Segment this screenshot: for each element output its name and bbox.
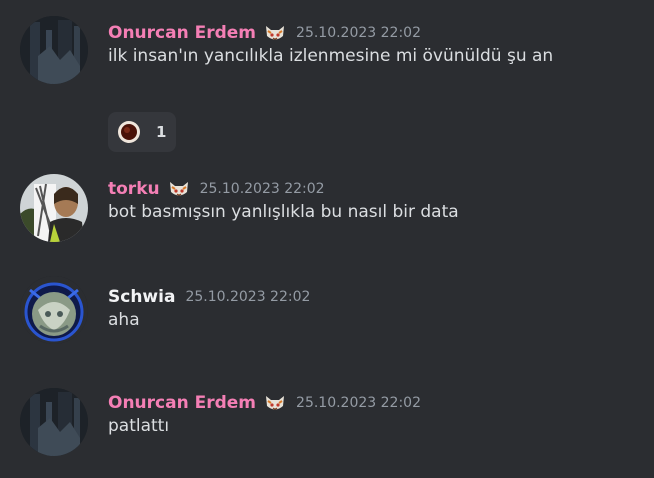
author-name[interactable]: Schwia [108,287,175,307]
avatar-image [20,16,88,84]
message-text: aha [108,310,140,330]
reaction-button[interactable]: 1 [108,112,176,152]
cookie-icon [118,121,140,143]
timestamp: 25.10.2023 22:02 [185,289,311,305]
avatar-image [20,388,88,456]
cat-badge-icon[interactable] [264,392,286,414]
avatar-image [20,276,88,344]
message-text: bot basmışsın yanlışlıkla bu nasıl bir d… [108,202,459,222]
cat-badge-icon[interactable] [264,22,286,44]
author-name[interactable]: Onurcan Erdem [108,393,256,413]
avatar[interactable] [20,174,88,242]
avatar[interactable] [20,388,88,456]
author-name[interactable]: Onurcan Erdem [108,23,256,43]
avatar[interactable] [20,16,88,84]
avatar[interactable] [20,276,88,344]
avatar-image [20,174,88,242]
message-text: patlattı [108,416,170,436]
message-header: Onurcan Erdem 25.10.2023 22:02 [108,20,421,46]
timestamp: 25.10.2023 22:02 [296,395,421,411]
cat-badge-icon[interactable] [168,178,190,200]
reaction-count: 1 [156,123,167,141]
timestamp: 25.10.2023 22:02 [199,181,325,197]
message-header: Schwia 25.10.2023 22:02 [108,284,310,310]
message-header: Onurcan Erdem 25.10.2023 22:02 [108,390,421,416]
message-text: ilk insan'ın yancılıkla izlenmesine mi ö… [108,46,554,66]
message-header: torku 25.10.2023 22:02 [108,176,325,202]
author-name[interactable]: torku [108,179,160,199]
timestamp: 25.10.2023 22:02 [296,25,421,41]
